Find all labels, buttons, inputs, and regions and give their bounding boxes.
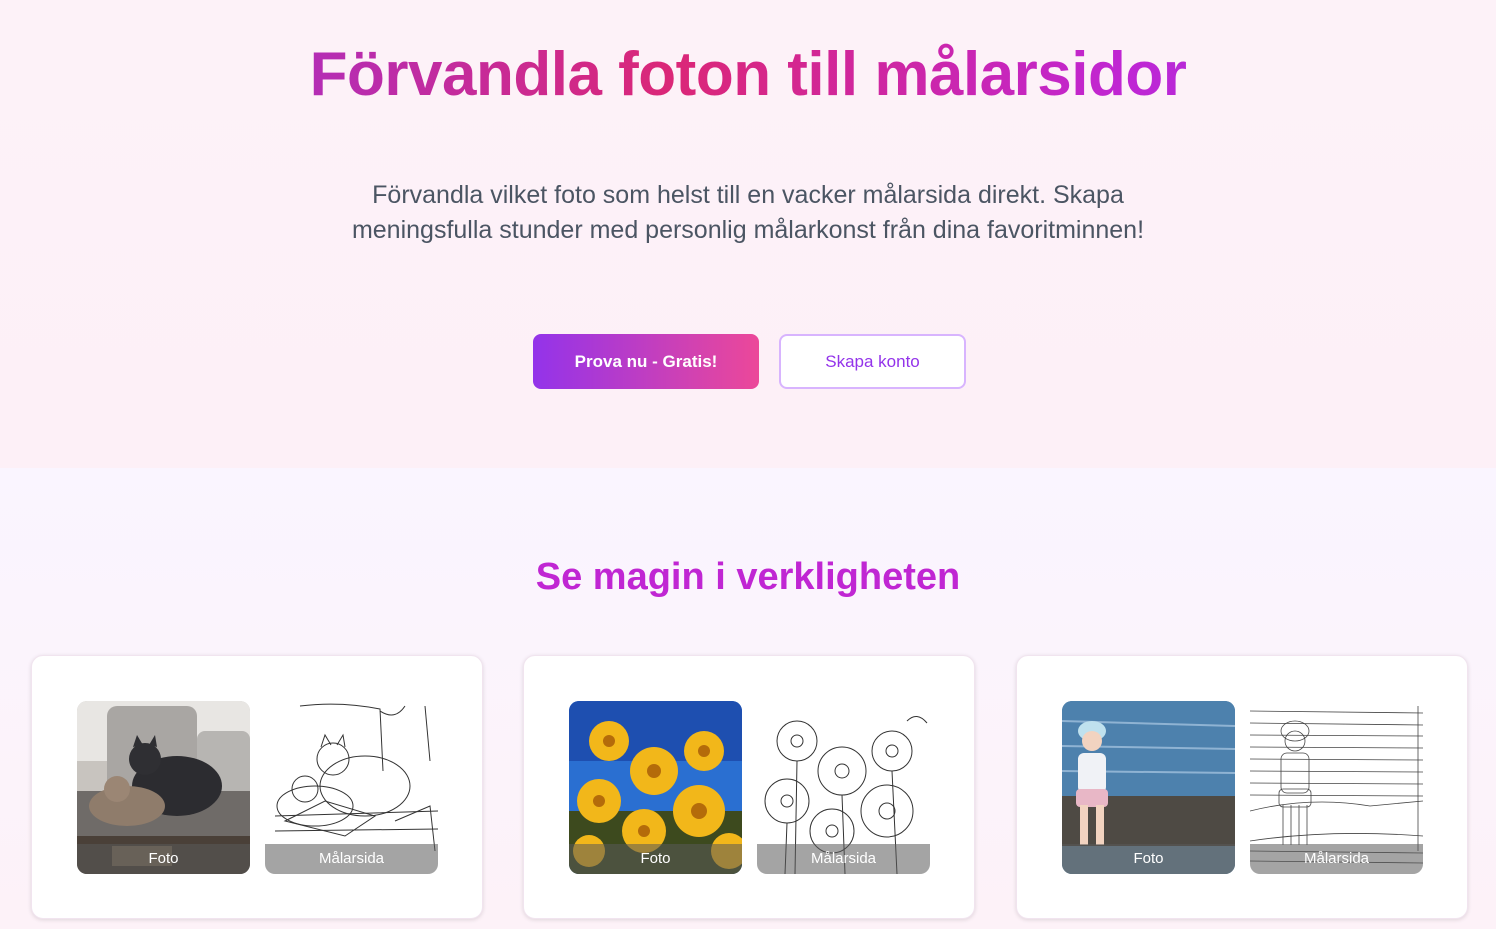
hero-subtitle: Förvandla vilket foto som helst till en … — [351, 181, 1145, 244]
photo-thumbnail[interactable]: Foto — [1062, 701, 1235, 874]
photo-label: Foto — [77, 844, 250, 874]
example-card-flowers: Foto Målarsida — [523, 655, 975, 919]
try-now-button[interactable]: Prova nu - Gratis! — [533, 334, 759, 389]
examples-section: Se magin i verkligheten Foto Målarsida F… — [0, 468, 1496, 929]
photo-label: Foto — [1062, 844, 1235, 874]
photo-label: Foto — [569, 844, 742, 874]
example-card-child: Foto Målarsida — [1016, 655, 1468, 919]
hero-title: Förvandla foton till målarsidor — [0, 38, 1496, 112]
coloring-page-thumbnail[interactable]: Målarsida — [757, 701, 930, 874]
coloring-label: Målarsida — [757, 844, 930, 874]
example-card-cats: Foto Målarsida — [31, 655, 483, 919]
coloring-label: Målarsida — [1250, 844, 1423, 874]
examples-title: Se magin i verkligheten — [535, 556, 961, 598]
photo-thumbnail[interactable]: Foto — [77, 701, 250, 874]
hero-section: Förvandla foton till målarsidor Förvandl… — [0, 0, 1496, 468]
coloring-label: Målarsida — [265, 844, 438, 874]
coloring-page-thumbnail[interactable]: Målarsida — [1250, 701, 1423, 874]
photo-thumbnail[interactable]: Foto — [569, 701, 742, 874]
create-account-button[interactable]: Skapa konto — [779, 334, 966, 389]
coloring-page-thumbnail[interactable]: Målarsida — [265, 701, 438, 874]
